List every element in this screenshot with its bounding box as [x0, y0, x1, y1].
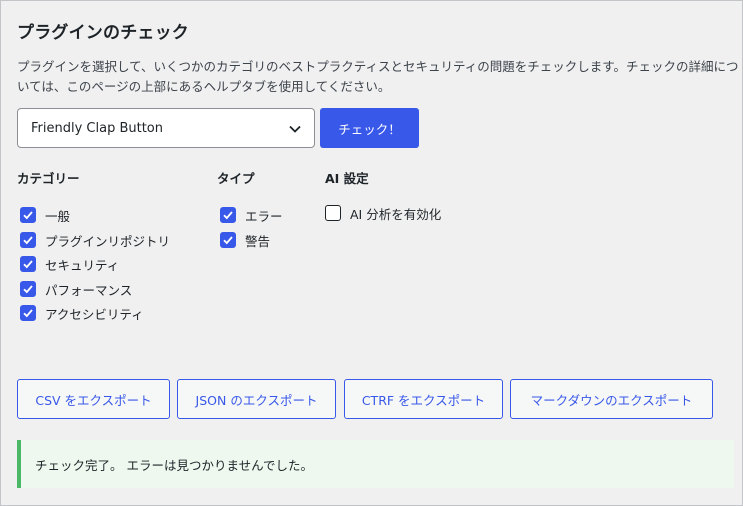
- ai-analysis-checkbox[interactable]: AI 分析を有効化: [325, 204, 441, 222]
- plugin-select[interactable]: Friendly Clap Button: [17, 108, 315, 148]
- category-plugin-repo-checkbox[interactable]: プラグインリポジトリ: [20, 231, 170, 249]
- export-csv-button[interactable]: CSV をエクスポート: [17, 379, 170, 419]
- export-json-button[interactable]: JSON のエクスポート: [177, 379, 336, 419]
- categories-heading: カテゴリー: [17, 171, 80, 186]
- notice-text: チェック完了。 エラーは見つかりませんでした。: [35, 457, 313, 473]
- checkbox-checked-icon: [20, 207, 36, 223]
- export-ctrf-button[interactable]: CTRF をエクスポート: [344, 379, 503, 419]
- checkbox-checked-icon: [20, 305, 36, 321]
- category-security-checkbox[interactable]: セキュリティ: [20, 255, 119, 273]
- category-label: パフォーマンス: [45, 282, 133, 298]
- type-warning-checkbox[interactable]: 警告: [220, 231, 270, 249]
- checkbox-checked-icon: [220, 207, 236, 223]
- type-label: エラー: [245, 208, 283, 224]
- checkbox-unchecked-icon: [325, 205, 341, 221]
- type-label: 警告: [245, 233, 271, 249]
- ai-settings-heading: AI 設定: [325, 171, 369, 186]
- category-label: 一般: [45, 208, 71, 224]
- checkbox-checked-icon: [20, 256, 36, 272]
- export-markdown-button[interactable]: マークダウンのエクスポート: [510, 379, 713, 419]
- category-general-checkbox[interactable]: 一般: [20, 206, 70, 224]
- checkbox-checked-icon: [20, 281, 36, 297]
- category-label: セキュリティ: [45, 257, 120, 273]
- page-title: プラグインのチェック: [17, 23, 189, 43]
- chevron-down-icon: [289, 125, 301, 133]
- category-accessibility-checkbox[interactable]: アクセシビリティ: [20, 304, 144, 322]
- check-button[interactable]: チェック！: [320, 108, 419, 148]
- category-performance-checkbox[interactable]: パフォーマンス: [20, 280, 132, 298]
- success-notice: チェック完了。 エラーは見つかりませんでした。: [17, 440, 734, 488]
- checkbox-checked-icon: [20, 232, 36, 248]
- type-error-checkbox[interactable]: エラー: [220, 206, 283, 224]
- category-label: プラグインリポジトリ: [45, 233, 171, 249]
- types-heading: タイプ: [217, 171, 255, 186]
- ai-label: AI 分析を有効化: [350, 206, 442, 222]
- category-label: アクセシビリティ: [45, 306, 144, 322]
- checkbox-checked-icon: [220, 232, 236, 248]
- page-description: プラグインを選択して、いくつかのカテゴリのベストプラクティスとセキュリティの問題…: [17, 59, 739, 94]
- plugin-select-value: Friendly Clap Button: [31, 120, 163, 136]
